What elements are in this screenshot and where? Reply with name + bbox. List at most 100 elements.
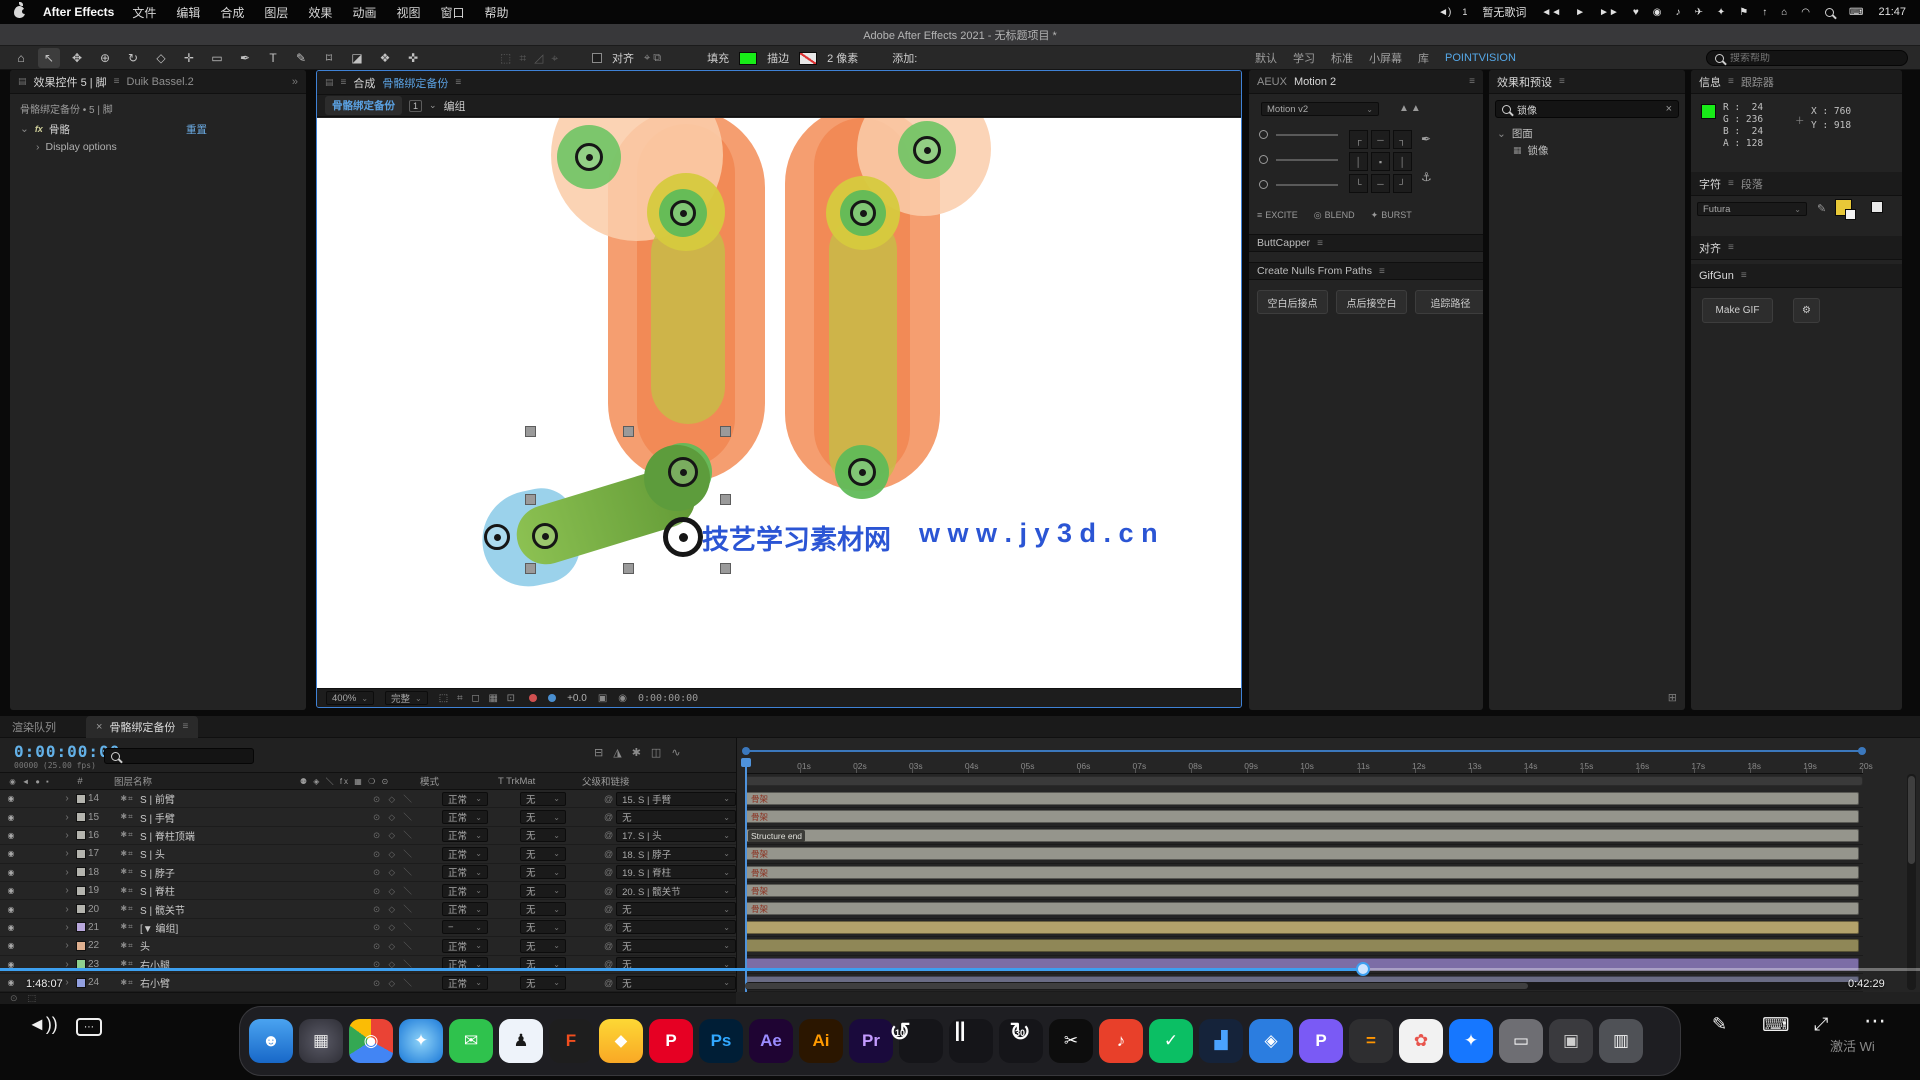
eraser-tool[interactable]: ◪ xyxy=(346,48,368,68)
clone-stamp-tool[interactable]: ⌑ xyxy=(318,48,340,68)
timeline-layer-row[interactable]: 18 S | 脖子 正常 无 19. S | 脊柱 xyxy=(0,864,736,882)
selection-handle[interactable] xyxy=(720,563,731,574)
comp-timecode[interactable]: 0:00:00:00 xyxy=(638,693,698,704)
mode-column-header[interactable]: 模式 xyxy=(420,774,498,788)
slider-track[interactable] xyxy=(1276,134,1338,136)
forward-icon[interactable]: ►► xyxy=(1599,7,1619,18)
layer-bar-row[interactable]: 骨架 xyxy=(745,808,1863,826)
dock-stocks[interactable]: ▟ xyxy=(1199,1019,1243,1063)
roto-brush-tool[interactable]: ❖ xyxy=(374,48,396,68)
layer-duration-bar[interactable]: 骨架 xyxy=(745,847,1859,860)
layer-name[interactable]: S | 前臂 xyxy=(140,791,346,806)
layer-twirl-icon[interactable] xyxy=(60,812,74,823)
trkmat-dropdown[interactable]: 无 xyxy=(520,976,566,990)
pause-button[interactable]: Ⅱ xyxy=(940,1012,980,1056)
blend-mode-dropdown[interactable]: 正常 xyxy=(442,939,488,953)
layer-visibility-toggle[interactable] xyxy=(0,941,22,950)
fill-swatch[interactable] xyxy=(739,52,757,65)
comp-tab-title[interactable]: 骨骼绑定备份 xyxy=(382,75,448,91)
panel-menu-icon[interactable]: ≡ xyxy=(1728,76,1734,87)
blend-mode-dropdown[interactable]: 正常 xyxy=(442,810,488,824)
layer-switches[interactable] xyxy=(346,940,442,952)
shy-icon[interactable]: ✱ xyxy=(632,746,641,759)
motion-blur-icon[interactable]: ∿ xyxy=(671,746,680,759)
rig-controller[interactable] xyxy=(850,200,876,226)
motion-quick-button[interactable]: ≡EXCITE xyxy=(1257,210,1298,221)
small-swatch[interactable] xyxy=(1871,201,1883,213)
stroke-width[interactable]: 2 像素 xyxy=(827,50,858,66)
blend-mode-dropdown[interactable]: 正常 xyxy=(442,792,488,806)
layer-label-swatch[interactable] xyxy=(76,849,86,859)
tab-tracker[interactable]: 跟踪器 xyxy=(1741,74,1774,90)
rewind-10-button[interactable]: ↺ 10 xyxy=(880,1012,920,1056)
workspace-tab[interactable]: POINTVISION xyxy=(1445,52,1516,64)
rig-controller[interactable] xyxy=(848,458,876,486)
dock-display[interactable]: ▭ xyxy=(1499,1019,1543,1063)
layer-name[interactable]: S | 手臂 xyxy=(140,810,346,825)
workspace-tab[interactable]: 默认 xyxy=(1255,50,1277,66)
dock-wechat[interactable]: ✉ xyxy=(449,1019,493,1063)
layer-visibility-toggle[interactable] xyxy=(0,831,22,840)
timeline-layer-row[interactable]: 16 S | 脊柱顶端 正常 无 17. S | 头 xyxy=(0,827,736,845)
new-folder-icon[interactable]: ⊞ xyxy=(1668,691,1677,704)
trkmat-dropdown[interactable]: 无 xyxy=(520,810,566,824)
anchor-grid-button[interactable]: ┌ xyxy=(1349,130,1368,149)
tab-effect-controls[interactable]: 效果控件 5 | 脚 xyxy=(34,74,107,90)
layer-label-swatch[interactable] xyxy=(76,812,86,822)
font-family-dropdown[interactable]: Futura xyxy=(1697,202,1807,216)
timeline-layer-row[interactable]: 19 S | 脊柱 正常 无 20. S | 髋关节 xyxy=(0,882,736,900)
dock-meeting[interactable]: ✦ xyxy=(1449,1019,1493,1063)
tab-overflow-icon[interactable]: » xyxy=(292,76,298,88)
snapshot-icon[interactable]: ▣ xyxy=(598,693,607,704)
exposure-value[interactable]: +0.0 xyxy=(567,693,587,704)
fill-label[interactable]: 填充 xyxy=(707,50,729,66)
parent-dropdown[interactable]: 无 xyxy=(616,920,736,934)
shape-tool[interactable]: ▭ xyxy=(206,48,228,68)
panel-menu-icon[interactable]: ≡ xyxy=(455,77,461,88)
rig-controller[interactable] xyxy=(670,200,696,226)
workspace-tab[interactable]: 学习 xyxy=(1293,50,1315,66)
blend-mode-dropdown[interactable]: 正常 xyxy=(442,884,488,898)
lyrics-widget[interactable]: 暂无歌词 xyxy=(1482,4,1526,20)
timeline-navigator[interactable] xyxy=(745,750,1863,752)
dock-pinterest[interactable]: P xyxy=(649,1019,693,1063)
layer-label-swatch[interactable] xyxy=(76,922,86,932)
trkmat-dropdown[interactable]: 无 xyxy=(520,792,566,806)
parent-dropdown[interactable]: 18. S | 脖子 xyxy=(616,847,736,861)
mini-flowchart-icon[interactable]: ⊟ xyxy=(594,746,603,759)
dock-blue-app[interactable]: ◈ xyxy=(1249,1019,1293,1063)
timeline-graph-area[interactable]: 01s02s03s04s05s06s07s08s09s10s11s12s13s1… xyxy=(736,738,1920,992)
tab-effects-presets[interactable]: 效果和预设 xyxy=(1497,74,1552,90)
layer-duration-bar[interactable]: 骨架 xyxy=(745,884,1859,897)
timeline-layer-row[interactable]: 20 S | 髋关节 正常 无 无 xyxy=(0,900,736,918)
layer-label-swatch[interactable] xyxy=(76,886,86,896)
blend-mode-dropdown[interactable]: 正常 xyxy=(442,902,488,916)
create-null-button[interactable]: 空白后接点 xyxy=(1257,290,1328,314)
rotation-tool[interactable]: ↻ xyxy=(122,48,144,68)
index-column-header[interactable]: # xyxy=(60,776,100,787)
vertical-scrollbar[interactable] xyxy=(1907,774,1916,990)
create-null-button[interactable]: 追踪路径 xyxy=(1415,290,1483,314)
motion-quick-button[interactable]: ◎BLEND xyxy=(1314,210,1355,221)
channel-icon[interactable] xyxy=(529,694,537,702)
input-method-icon[interactable]: ⌨ xyxy=(1849,7,1863,18)
trkmat-dropdown[interactable]: 无 xyxy=(520,828,566,842)
menubar-menu-item[interactable]: 视图 xyxy=(396,4,420,21)
selection-tool[interactable]: ↖ xyxy=(38,48,60,68)
workspace-tab[interactable]: 标准 xyxy=(1331,50,1353,66)
effects-search-box[interactable]: × xyxy=(1495,100,1679,118)
layer-name[interactable]: S | 脊柱顶端 xyxy=(140,828,346,843)
blend-mode-dropdown[interactable]: − xyxy=(442,920,488,934)
motion-quick-button[interactable]: ✦BURST xyxy=(1371,210,1412,221)
layer-bar-row[interactable] xyxy=(745,956,1863,974)
zoom-tool[interactable]: ⊕ xyxy=(94,48,116,68)
slider-knob[interactable] xyxy=(1259,130,1268,139)
parent-dropdown[interactable]: 15. S | 手臂 xyxy=(616,792,736,806)
layer-duration-bar[interactable]: 骨架 xyxy=(745,810,1859,823)
layer-visibility-toggle[interactable] xyxy=(0,923,22,932)
layer-switches[interactable] xyxy=(346,866,442,878)
pen-nib-icon[interactable]: ✒ xyxy=(1421,132,1431,146)
menubar-menu-item[interactable]: 合成 xyxy=(220,4,244,21)
toggle-switches-icon[interactable]: ⊙ xyxy=(10,993,18,1004)
clear-search-icon[interactable]: × xyxy=(1666,103,1672,115)
